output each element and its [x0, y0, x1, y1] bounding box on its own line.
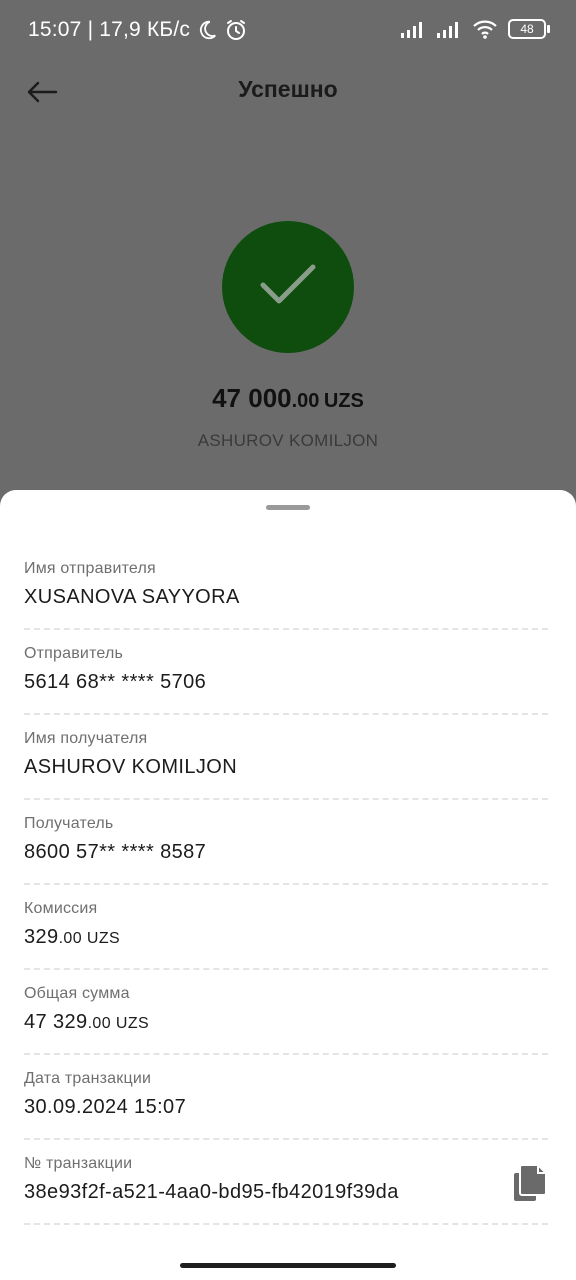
- status-left: 15:07 | 17,9 КБ/с: [28, 18, 248, 42]
- page-title: Успешно: [238, 76, 338, 102]
- detail-label: Имя получателя: [24, 730, 148, 747]
- copy-transaction-button[interactable]: [512, 1163, 548, 1203]
- detail-value: 38e93f2f-a521-4aa0-bd95-fb42019f39da: [24, 1181, 399, 1203]
- detail-row-recipient-card: Получатель 8600 57** **** 8587: [24, 801, 548, 885]
- signal-icon: [401, 22, 422, 38]
- transfer-amount: 47 000.00 UZS: [0, 383, 576, 414]
- detail-row-commission: Комиссия 329.00 UZS: [24, 886, 548, 970]
- copy-icon: [514, 1164, 547, 1201]
- status-bar: 15:07 | 17,9 КБ/с 48: [0, 0, 576, 62]
- detail-value: 329.00 UZS: [24, 926, 120, 949]
- status-time: 15:07: [28, 18, 82, 41]
- sheet-grabber[interactable]: [266, 505, 310, 510]
- home-indicator[interactable]: [180, 1263, 396, 1268]
- header: Успешно: [0, 62, 576, 122]
- commission-integer: 329: [24, 926, 59, 948]
- network-speed: | 17,9 КБ/с: [87, 18, 191, 41]
- detail-label: Общая сумма: [24, 985, 130, 1002]
- amount-decimal: .00: [291, 390, 320, 412]
- detail-label: Получатель: [24, 815, 114, 832]
- detail-value: 8600 57** **** 8587: [24, 841, 207, 863]
- moon-icon: [200, 20, 217, 40]
- detail-value: 5614 68** **** 5706: [24, 671, 207, 693]
- status-right: 48: [400, 18, 550, 40]
- detail-row-date: Дата транзакции 30.09.2024 15:07: [24, 1056, 548, 1140]
- details-sheet: Имя отправителя XUSANOVA SAYYORA Отправи…: [0, 490, 576, 1280]
- detail-label: Комиссия: [24, 900, 98, 917]
- success-indicator: [222, 221, 354, 353]
- total-decimal: .00 UZS: [87, 1015, 150, 1032]
- amount-currency: UZS: [323, 390, 364, 412]
- battery-icon: 48: [508, 19, 550, 39]
- commission-decimal: .00 UZS: [58, 930, 121, 947]
- detail-label: Дата транзакции: [24, 1070, 152, 1087]
- detail-row-sender-card: Отправитель 5614 68** **** 5706: [24, 631, 548, 715]
- detail-row-transaction-id: № транзакции 38e93f2f-a521-4aa0-bd95-fb4…: [24, 1141, 548, 1225]
- detail-row-total: Общая сумма 47 329.00 UZS: [24, 971, 548, 1055]
- wifi-icon: [473, 20, 497, 39]
- signal-icon-2: [437, 22, 458, 38]
- detail-value: XUSANOVA SAYYORA: [24, 586, 240, 608]
- detail-row-recipient-name: Имя получателя ASHUROV KOMILJON: [24, 716, 548, 800]
- detail-label: Отправитель: [24, 645, 124, 662]
- checkmark-icon: [260, 264, 316, 304]
- detail-value: 47 329.00 UZS: [24, 1011, 149, 1034]
- detail-row-sender-name: Имя отправителя XUSANOVA SAYYORA: [24, 546, 548, 630]
- detail-value: 30.09.2024 15:07: [24, 1096, 187, 1118]
- recipient-name-summary: ASHUROV KOMILJON: [197, 431, 379, 450]
- details-list: Имя отправителя XUSANOVA SAYYORA Отправи…: [24, 546, 548, 1226]
- total-integer: 47 329: [24, 1011, 88, 1033]
- detail-label: № транзакции: [24, 1155, 133, 1172]
- detail-label: Имя отправителя: [24, 560, 156, 577]
- detail-value: ASHUROV KOMILJON: [24, 756, 238, 778]
- alarm-icon: [227, 20, 246, 40]
- amount-integer: 47 000: [212, 383, 292, 413]
